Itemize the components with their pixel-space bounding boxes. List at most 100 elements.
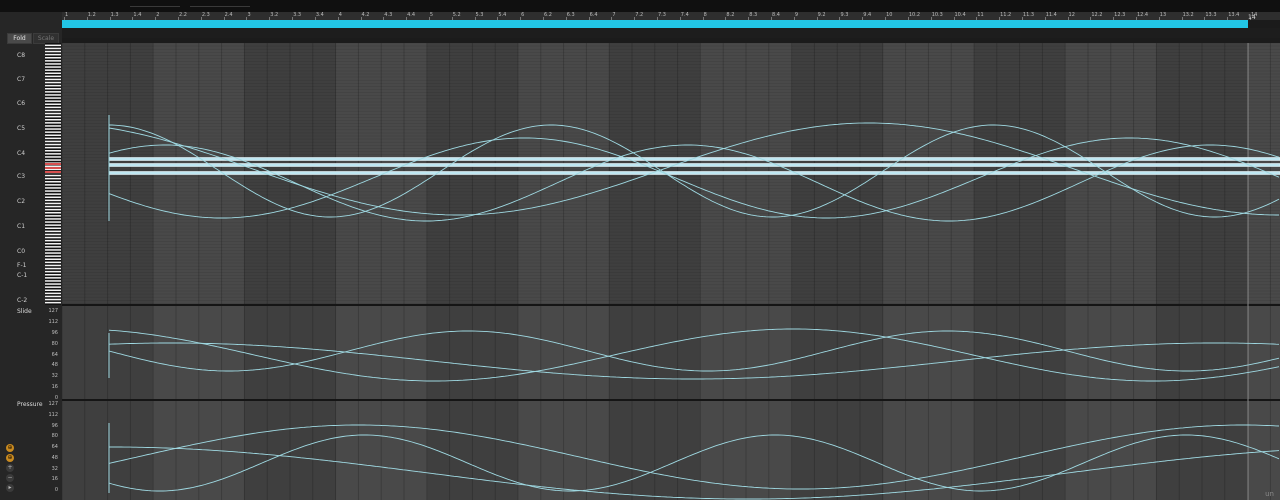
black-key[interactable]: [45, 201, 61, 203]
black-key[interactable]: [45, 95, 61, 98]
black-key[interactable]: [45, 250, 61, 253]
black-key[interactable]: [45, 281, 61, 284]
black-key[interactable]: [45, 191, 61, 194]
black-key[interactable]: [45, 300, 61, 302]
black-key[interactable]: [45, 179, 61, 181]
black-key[interactable]: [45, 132, 61, 135]
black-key[interactable]: [45, 176, 61, 178]
slide-envelope[interactable]: [108, 330, 1280, 372]
black-key[interactable]: [45, 272, 61, 274]
black-key[interactable]: [45, 213, 61, 216]
black-key[interactable]: [45, 225, 61, 228]
black-key[interactable]: [45, 222, 61, 225]
black-key[interactable]: [45, 232, 61, 234]
black-key[interactable]: [45, 263, 61, 265]
slide-envelope[interactable]: [108, 328, 1280, 382]
black-key[interactable]: [45, 83, 61, 85]
black-key[interactable]: [45, 67, 61, 70]
black-key[interactable]: [45, 278, 61, 281]
black-key[interactable]: [45, 145, 61, 147]
black-key[interactable]: [45, 126, 61, 129]
black-key[interactable]: [45, 117, 61, 119]
black-key[interactable]: [45, 92, 61, 95]
black-key[interactable]: [45, 210, 61, 212]
black-key[interactable]: [45, 74, 61, 76]
black-key[interactable]: [45, 269, 61, 271]
lane-expand-icon[interactable]: ▸: [6, 484, 14, 492]
black-key[interactable]: [45, 247, 61, 250]
slide-envelope[interactable]: [108, 342, 1280, 380]
black-key[interactable]: [45, 70, 61, 73]
black-key[interactable]: [45, 101, 61, 104]
lane-add-icon[interactable]: +: [6, 464, 14, 472]
fold-button[interactable]: Fold: [7, 33, 32, 44]
black-key[interactable]: [45, 173, 61, 175]
midi-note[interactable]: [108, 163, 1280, 167]
black-key[interactable]: [45, 253, 61, 256]
black-key[interactable]: [45, 194, 61, 197]
black-key[interactable]: [45, 198, 61, 200]
black-key[interactable]: [45, 151, 61, 154]
black-key[interactable]: [45, 98, 61, 101]
black-key[interactable]: [45, 216, 61, 219]
black-key[interactable]: [45, 49, 61, 51]
pressure-envelope[interactable]: [108, 424, 1280, 490]
lane-remove-icon[interactable]: −: [6, 474, 14, 482]
black-key[interactable]: [45, 291, 61, 293]
black-key[interactable]: [45, 114, 61, 116]
note-editor-grid[interactable]: [62, 43, 1280, 500]
black-key[interactable]: [45, 120, 61, 123]
black-key[interactable]: [45, 260, 61, 262]
loop-brace[interactable]: [62, 20, 1248, 28]
black-key[interactable]: [45, 111, 61, 113]
black-key[interactable]: [45, 139, 61, 141]
editor-overlay-svg: [62, 43, 1280, 500]
piano-keyboard[interactable]: [45, 43, 61, 305]
black-key[interactable]: [45, 185, 61, 188]
black-key[interactable]: [45, 129, 61, 132]
black-key[interactable]: [45, 244, 61, 247]
black-key[interactable]: [45, 46, 61, 48]
black-key[interactable]: [45, 219, 61, 222]
black-key[interactable]: [45, 154, 61, 157]
lane-toggle-icon[interactable]: ⊕: [6, 454, 14, 462]
octave-label: C-2: [17, 297, 28, 304]
black-key[interactable]: [45, 148, 61, 150]
black-key[interactable]: [45, 89, 61, 92]
black-key[interactable]: [45, 238, 61, 240]
black-key[interactable]: [45, 204, 61, 206]
black-key[interactable]: [45, 207, 61, 209]
black-key[interactable]: [45, 275, 61, 278]
pressure-envelope[interactable]: [108, 434, 1280, 492]
black-key[interactable]: [45, 241, 61, 243]
black-key[interactable]: [45, 123, 61, 126]
black-key[interactable]: [45, 303, 61, 305]
black-key[interactable]: [45, 43, 61, 45]
black-key[interactable]: [45, 80, 61, 82]
black-key[interactable]: [45, 86, 61, 88]
black-key[interactable]: [45, 235, 61, 237]
black-key[interactable]: [45, 294, 61, 296]
black-key[interactable]: [45, 256, 61, 259]
black-key[interactable]: [45, 136, 61, 138]
beat-time-ruler[interactable]: 1 1.2 1.3 1.4 2 2.2 2.3 2.4 3 3.2 3.3 3.4 4 4.2 4.3 4.4…: [62, 12, 1280, 20]
black-key[interactable]: [45, 297, 61, 299]
lane-toggle-icon[interactable]: ⊕: [6, 444, 14, 452]
black-key[interactable]: [45, 105, 61, 107]
black-key[interactable]: [45, 157, 61, 160]
black-key[interactable]: [45, 266, 61, 268]
black-key[interactable]: [45, 58, 61, 61]
black-key[interactable]: [45, 77, 61, 79]
black-key[interactable]: [45, 64, 61, 67]
black-key[interactable]: [45, 229, 61, 231]
black-key[interactable]: [45, 108, 61, 110]
black-key[interactable]: [45, 142, 61, 144]
black-key[interactable]: [45, 61, 61, 64]
black-key[interactable]: [45, 160, 61, 163]
black-key[interactable]: [45, 284, 61, 287]
black-key[interactable]: [45, 188, 61, 191]
black-key[interactable]: [45, 287, 61, 290]
black-key[interactable]: [45, 182, 61, 185]
black-key[interactable]: [45, 55, 61, 57]
black-key[interactable]: [45, 52, 61, 54]
